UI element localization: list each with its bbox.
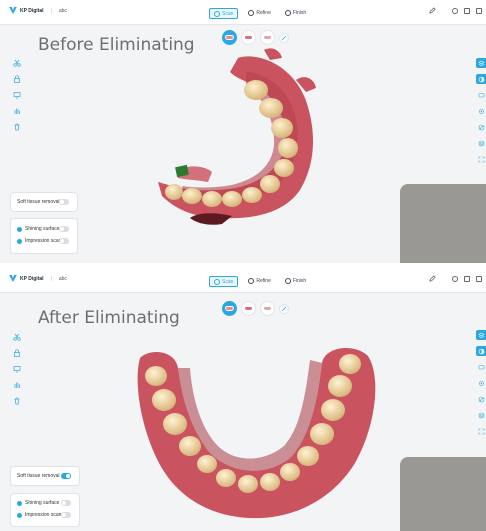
right-toolbar xyxy=(476,58,486,164)
impression-scan-toggle[interactable] xyxy=(59,238,69,244)
shining-surface-row: Shining surface xyxy=(11,223,77,235)
target-icon[interactable] xyxy=(476,138,486,148)
target-icon[interactable] xyxy=(476,410,486,420)
shining-surface-toggle[interactable] xyxy=(61,500,71,506)
layers-icon[interactable] xyxy=(476,330,486,340)
right-toolbar xyxy=(476,330,486,436)
link-icon xyxy=(281,306,287,311)
settings-icon[interactable] xyxy=(476,378,486,388)
soft-tissue-card: Soft tissue removal xyxy=(10,466,80,486)
jaw-view-toggles xyxy=(222,301,289,316)
camera-preview xyxy=(400,184,486,263)
shining-surface-row: Shining surface xyxy=(11,497,79,509)
fullscreen-icon[interactable] xyxy=(476,154,486,164)
camera-preview xyxy=(400,457,486,531)
before-panel: KP Digital | abc Scan Refine Finish Befo… xyxy=(0,0,486,263)
screen-icon[interactable] xyxy=(12,364,21,373)
after-title: After Eliminating xyxy=(38,308,180,328)
lower-jaw-icon xyxy=(244,35,253,40)
upper-jaw-view-button[interactable] xyxy=(222,30,237,45)
soft-tissue-toggle[interactable] xyxy=(59,199,69,205)
no-entry-icon[interactable] xyxy=(476,122,486,132)
bite-view-button[interactable] xyxy=(260,30,275,45)
jaw-view-toggles xyxy=(222,30,289,45)
soft-tissue-row: Soft tissue removal xyxy=(11,193,77,211)
soft-tissue-card: Soft tissue removal xyxy=(10,192,78,212)
no-entry-icon[interactable] xyxy=(476,394,486,404)
scan-options-card: Shining surface Impression scan xyxy=(10,493,80,527)
impression-scan-row: Impression scan xyxy=(11,235,77,247)
link-icon xyxy=(281,35,287,40)
trash-icon[interactable] xyxy=(12,396,21,405)
fullscreen-icon[interactable] xyxy=(476,426,486,436)
shining-surface-icon xyxy=(17,226,22,232)
lock-icon[interactable] xyxy=(12,348,21,357)
trash-icon[interactable] xyxy=(12,122,21,131)
lower-jaw-view-button[interactable] xyxy=(241,30,256,45)
left-toolbar xyxy=(12,332,21,405)
link-view-button[interactable] xyxy=(279,303,289,314)
scissors-icon[interactable] xyxy=(12,58,21,67)
scan-options-card: Shining surface Impression scan xyxy=(10,218,78,254)
screen-icon[interactable] xyxy=(12,90,21,99)
shining-surface-toggle[interactable] xyxy=(59,226,69,232)
shining-surface-icon xyxy=(17,500,22,506)
soft-tissue-row: Soft tissue removal xyxy=(11,467,79,485)
impression-scan-row: Impression scan xyxy=(11,509,79,521)
left-toolbar xyxy=(12,58,21,131)
upper-jaw-view-button[interactable] xyxy=(222,301,237,316)
bite-icon xyxy=(263,35,272,40)
layers-icon[interactable] xyxy=(476,58,486,68)
contrast-icon[interactable] xyxy=(476,346,486,356)
link-view-button[interactable] xyxy=(279,32,289,43)
chat-icon[interactable] xyxy=(476,90,486,100)
upper-jaw-icon xyxy=(225,306,234,311)
soft-tissue-toggle[interactable] xyxy=(61,473,71,479)
upper-jaw-icon xyxy=(225,35,234,40)
impression-scan-toggle[interactable] xyxy=(61,512,71,518)
before-title: Before Eliminating xyxy=(38,35,195,55)
bite-view-button[interactable] xyxy=(260,301,275,316)
bite-icon xyxy=(263,306,272,311)
scissors-icon[interactable] xyxy=(12,332,21,341)
after-panel: KP Digital | abc Scan Refine Finish Afte… xyxy=(0,268,486,531)
lock-icon[interactable] xyxy=(12,74,21,83)
lower-jaw-icon xyxy=(244,306,253,311)
impression-scan-icon xyxy=(17,238,22,244)
hand-icon[interactable] xyxy=(12,380,21,389)
settings-icon[interactable] xyxy=(476,106,486,116)
impression-scan-icon xyxy=(17,512,22,518)
chat-icon[interactable] xyxy=(476,362,486,372)
hand-icon[interactable] xyxy=(12,106,21,115)
contrast-icon[interactable] xyxy=(476,74,486,84)
lower-jaw-view-button[interactable] xyxy=(241,301,256,316)
